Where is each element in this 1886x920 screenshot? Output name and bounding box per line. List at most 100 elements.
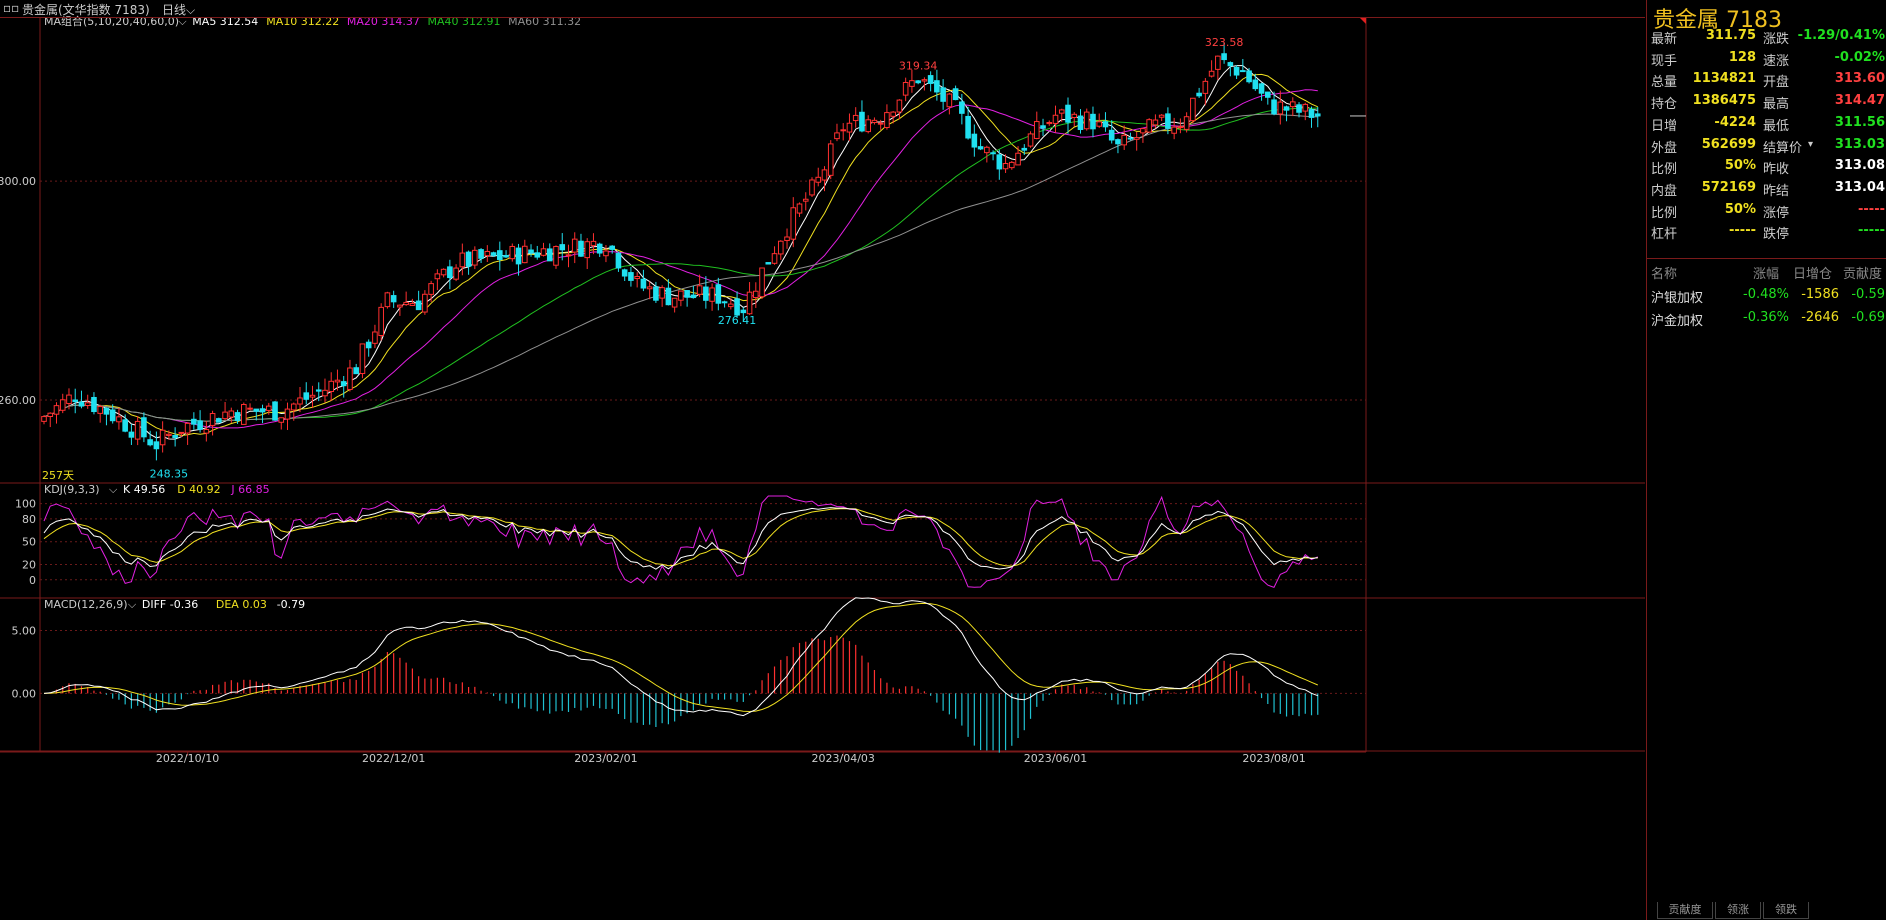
candle-body[interactable]: [153, 441, 160, 450]
candle-body[interactable]: [1077, 115, 1084, 131]
candle-body[interactable]: [934, 80, 940, 93]
candle-body[interactable]: [603, 250, 609, 257]
candle-body[interactable]: [802, 198, 809, 202]
candle-body[interactable]: [528, 249, 534, 254]
candle-body[interactable]: [503, 254, 509, 258]
candle-body[interactable]: [1227, 62, 1234, 67]
candle-body[interactable]: [1302, 103, 1309, 112]
candle-body[interactable]: [615, 252, 622, 269]
candle-body[interactable]: [684, 290, 690, 298]
candle-body[interactable]: [278, 417, 285, 423]
candle-body[interactable]: [390, 295, 397, 303]
candle-body[interactable]: [984, 146, 990, 154]
candle-body[interactable]: [921, 79, 928, 82]
candle-body[interactable]: [334, 379, 341, 383]
candle-body[interactable]: [915, 80, 921, 84]
candle-body[interactable]: [696, 285, 703, 295]
candle-body[interactable]: [1046, 121, 1053, 125]
candle-body[interactable]: [653, 286, 659, 301]
candle-body[interactable]: [141, 417, 147, 438]
price-chart[interactable]: 300.00 260.00 100 80 50 20 0 5.00 0.00 2022/10/10…: [0, 0, 1645, 920]
candle-body[interactable]: [509, 245, 516, 260]
candle-body[interactable]: [1096, 121, 1103, 127]
candle-body[interactable]: [1071, 113, 1078, 119]
candle-body[interactable]: [1271, 99, 1277, 115]
candle-body[interactable]: [703, 286, 709, 301]
candle-body[interactable]: [1065, 104, 1071, 123]
candle-body[interactable]: [852, 114, 859, 122]
candle-body[interactable]: [465, 251, 472, 267]
candle-body[interactable]: [134, 420, 141, 440]
candle-body[interactable]: [166, 433, 172, 436]
candle-body[interactable]: [1277, 101, 1284, 115]
candle-body[interactable]: [159, 429, 166, 446]
candle-body[interactable]: [203, 428, 210, 434]
candle-body[interactable]: [191, 418, 197, 425]
candle-body[interactable]: [584, 241, 591, 259]
candle-body[interactable]: [840, 129, 847, 132]
candle-body[interactable]: [1152, 119, 1159, 126]
candle-body[interactable]: [996, 154, 1003, 170]
candle-body[interactable]: [628, 272, 634, 281]
candle-body[interactable]: [1240, 70, 1246, 73]
candle-body[interactable]: [353, 367, 359, 375]
candle-body[interactable]: [1196, 92, 1202, 97]
candle-body[interactable]: [746, 291, 753, 315]
candle-body[interactable]: [815, 176, 822, 183]
candle-body[interactable]: [709, 287, 715, 302]
candle-body[interactable]: [909, 80, 915, 87]
candle-body[interactable]: [422, 293, 428, 313]
candle-body[interactable]: [459, 252, 466, 268]
candle-body[interactable]: [659, 287, 665, 299]
candle-body[interactable]: [678, 290, 684, 301]
candle-body[interactable]: [53, 405, 60, 415]
candle-body[interactable]: [534, 252, 541, 258]
candle-body[interactable]: [609, 245, 615, 250]
candle-body[interactable]: [1265, 91, 1271, 98]
candle-body[interactable]: [309, 394, 316, 398]
candle-body[interactable]: [1133, 137, 1140, 140]
candle-body[interactable]: [453, 267, 459, 280]
candle-body[interactable]: [1233, 66, 1240, 76]
candle-body[interactable]: [1289, 101, 1296, 108]
candle-body[interactable]: [440, 268, 447, 276]
candle-body[interactable]: [621, 269, 628, 277]
candle-body[interactable]: [553, 245, 559, 266]
candle-body[interactable]: [965, 115, 971, 139]
candle-body[interactable]: [1190, 97, 1196, 122]
candle-body[interactable]: [397, 304, 403, 308]
candle-body[interactable]: [340, 381, 347, 387]
candle-body[interactable]: [259, 408, 266, 413]
candle-body[interactable]: [1202, 80, 1209, 94]
candle-body[interactable]: [253, 408, 260, 412]
candle-body[interactable]: [884, 112, 890, 128]
candle-body[interactable]: [1146, 119, 1152, 133]
candle-body[interactable]: [940, 87, 946, 102]
candle-body[interactable]: [290, 403, 297, 411]
candle-body[interactable]: [1296, 104, 1302, 113]
candle-body[interactable]: [216, 418, 222, 423]
candle-body[interactable]: [347, 367, 353, 390]
candle-body[interactable]: [241, 404, 247, 425]
candle-body[interactable]: [303, 392, 310, 400]
candle-body[interactable]: [977, 146, 984, 150]
candle-body[interactable]: [896, 99, 903, 113]
candle-body[interactable]: [765, 262, 772, 265]
candle-body[interactable]: [222, 411, 228, 420]
candle-body[interactable]: [877, 122, 884, 125]
candle-body[interactable]: [178, 431, 185, 434]
candle-body[interactable]: [902, 81, 909, 96]
candle-body[interactable]: [97, 406, 103, 414]
candle-body[interactable]: [1090, 113, 1096, 130]
candle-body[interactable]: [546, 248, 553, 262]
candle-body[interactable]: [540, 248, 547, 256]
candle-body[interactable]: [328, 380, 335, 392]
candle-body[interactable]: [1221, 53, 1227, 61]
candle-body[interactable]: [378, 306, 384, 337]
candle-body[interactable]: [1015, 152, 1021, 166]
candle-body[interactable]: [959, 101, 965, 114]
candle-body[interactable]: [728, 303, 734, 308]
candle-body[interactable]: [515, 247, 522, 265]
candle-body[interactable]: [434, 273, 441, 280]
candle-body[interactable]: [359, 343, 366, 375]
